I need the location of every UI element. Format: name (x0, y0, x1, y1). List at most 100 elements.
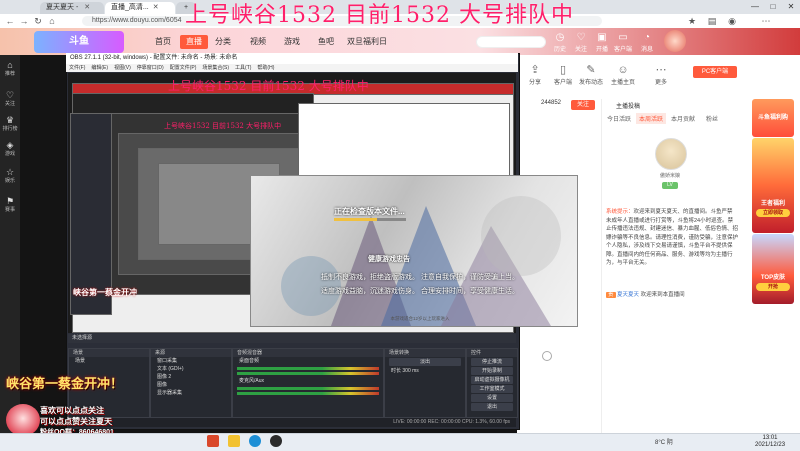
menu-file[interactable]: 文件(F) (66, 65, 88, 71)
source-item[interactable]: 文本 (GDI+) (151, 365, 231, 373)
rank-title[interactable]: 主播投稿 (616, 101, 640, 110)
exit-button[interactable]: 退出 (471, 403, 513, 411)
star-icon[interactable]: ★ (686, 14, 698, 28)
scene-item[interactable]: 场景 (69, 357, 149, 365)
nav-live[interactable]: 直播 (180, 35, 208, 49)
edge-icon[interactable] (249, 435, 261, 447)
collections-icon[interactable]: ▤ (706, 14, 718, 28)
home-icon[interactable]: ⌂ (46, 14, 58, 28)
post-dynamic-button[interactable]: ✎ 发布动态 (577, 64, 605, 86)
source-item[interactable]: 显示器采集 (151, 389, 231, 397)
ad-banner[interactable]: TOP皮肤开抢 (752, 234, 794, 304)
folder-icon[interactable] (228, 435, 240, 447)
follow-list-button[interactable]: ♡ 关注 (571, 32, 591, 53)
start-record-button[interactable]: 开始录制 (471, 367, 513, 375)
tab-fans[interactable]: 粉丝 (703, 113, 721, 124)
nav-event[interactable]: 双旦福利日 (347, 35, 387, 49)
follow-button[interactable]: 关注 (571, 100, 595, 110)
menu-edit[interactable]: 编辑(E) (88, 65, 111, 71)
obs-title: OBS 27.1.1 (32-bit, windows) - 配置文件: 未命名… (70, 55, 238, 61)
close-icon[interactable]: ✕ (84, 4, 90, 11)
user-avatar[interactable] (664, 30, 686, 52)
dock-title: 场景 (69, 349, 149, 357)
share-icon: ⇪ (530, 64, 540, 76)
volume-slider[interactable] (237, 392, 379, 395)
sidebar-item-games[interactable]: ◈ 游戏 (0, 140, 20, 157)
source-item[interactable]: 图像 (151, 381, 231, 389)
duration-input[interactable]: 300 ms (402, 368, 418, 374)
bell-icon: ◔ (643, 32, 651, 43)
share-button[interactable]: ⇪ 分享 (521, 64, 549, 86)
source-item[interactable]: 窗口采集 (151, 357, 231, 365)
tab-month[interactable]: 本月贡献 (668, 113, 698, 124)
studio-mode-button[interactable]: 工作室模式 (471, 385, 513, 393)
close-icon[interactable]: ✕ (153, 4, 159, 11)
top-user-name[interactable]: 傲娇米娘 (652, 172, 688, 179)
obs-icon[interactable] (270, 435, 282, 447)
overlay-line: 可以点点赞关注夏天 (40, 417, 112, 426)
sidebar-item-events[interactable]: ⚑ 赛事 (0, 196, 20, 213)
ad-banner[interactable]: 斗鱼福利购 (752, 99, 794, 137)
tab-week[interactable]: 本周活跃 (636, 113, 667, 124)
loading-cursor-icon (542, 351, 552, 361)
menu-help[interactable]: 帮助(H) (254, 65, 277, 71)
search-input[interactable] (476, 36, 546, 48)
close-window-icon[interactable]: ✕ (782, 0, 800, 14)
top-user-avatar[interactable] (655, 138, 687, 170)
ad-button[interactable]: 开抢 (756, 283, 790, 291)
transitions-dock: 场景转换 淡出 时长 300 ms (384, 348, 466, 418)
ad-button[interactable]: 立即领取 (756, 209, 790, 217)
ad-title: TOP皮肤 (760, 275, 786, 281)
refresh-icon[interactable]: ↻ (32, 14, 44, 28)
clock[interactable]: 13:01 2021/12/23 (755, 435, 785, 448)
nav-home[interactable]: 首页 (155, 35, 171, 49)
volume-slider[interactable] (237, 372, 379, 375)
weather-widget[interactable]: 8°C 阴 (655, 437, 673, 446)
menu-dock[interactable]: 停靠窗口(D) (134, 65, 167, 71)
browser-tab-active[interactable]: 直播_高清... ✕ (105, 2, 175, 14)
start-stream-button[interactable]: ▣ 开播 (592, 32, 612, 53)
minimize-icon[interactable]: — (746, 0, 764, 14)
edit-icon: ✎ (586, 64, 596, 76)
source-item[interactable]: 图像 2 (151, 373, 231, 381)
tab-today[interactable]: 今日活跃 (604, 113, 634, 124)
nav-video[interactable]: 视频 (250, 35, 266, 49)
app-icon[interactable] (207, 435, 219, 447)
browser-tab[interactable]: 夏天夏天 - ✕ (40, 2, 104, 14)
ad-banner[interactable]: 王者福利 立即领取 (752, 138, 794, 233)
menu-scene-collection[interactable]: 场景集合(S) (199, 65, 232, 71)
stop-stream-button[interactable]: 停止推流 (471, 358, 513, 366)
welcome-user[interactable]: 夏天夏天 (617, 292, 639, 298)
anchor-home-button[interactable]: ☺ 主播主页 (609, 64, 637, 86)
health-advice-line: 适度游戏益脑，沉迷游戏伤身。 合理安排时间，享受健康生活。 (321, 288, 519, 295)
ad-title: 斗鱼福利购 (757, 115, 788, 121)
back-icon[interactable]: ← (4, 14, 16, 28)
sidebar-item-rank[interactable]: ♛ 排行榜 (0, 115, 20, 132)
obs-source-toolbar: 未选择源 (68, 334, 516, 343)
history-button[interactable]: ◷ 历史 (550, 32, 570, 53)
menu-tools[interactable]: 工具(T) (232, 65, 254, 71)
profile-icon[interactable]: ◉ (726, 14, 738, 28)
dock-title: 来源 (151, 349, 231, 357)
settings-button[interactable]: 设置 (471, 394, 513, 402)
forward-icon[interactable]: → (18, 14, 30, 28)
menu-view[interactable]: 视图(V) (111, 65, 134, 71)
client-button[interactable]: ▭ 客户端 (613, 32, 633, 53)
virtual-camera-button[interactable]: 启动虚拟摄像机 (471, 376, 513, 384)
nav-games[interactable]: 游戏 (284, 35, 300, 49)
more-button[interactable]: ⋯ 更多 (647, 64, 675, 86)
site-logo[interactable]: 斗鱼 (34, 31, 124, 53)
nav-yuba[interactable]: 鱼吧 (318, 35, 334, 49)
transition-select[interactable]: 淡出 (389, 358, 461, 366)
sidebar-item-recommend[interactable]: ⌂ 推荐 (0, 60, 20, 77)
sidebar-item-follow[interactable]: ♡ 关注 (0, 90, 20, 107)
sidebar-item-entertainment[interactable]: ☆ 娱乐 (0, 167, 20, 184)
messages-button[interactable]: ◔ 消息 (637, 32, 657, 53)
nav-category[interactable]: 分类 (215, 35, 231, 49)
menu-profile[interactable]: 配置文件(P) (167, 65, 200, 71)
pc-client-button[interactable]: PC客户端 (693, 66, 737, 78)
menu-icon[interactable]: ⋯ (760, 14, 772, 28)
client-download-button[interactable]: ▯ 客户端 (549, 64, 577, 86)
maximize-icon[interactable]: □ (764, 0, 782, 14)
clock-date: 2021/12/23 (755, 441, 786, 448)
